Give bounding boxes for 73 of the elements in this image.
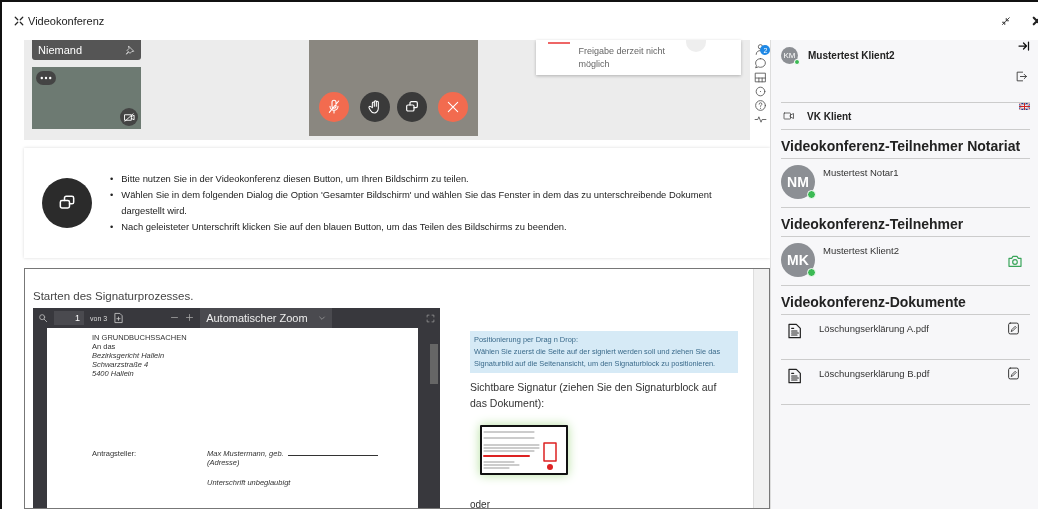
- pin-button[interactable]: [125, 45, 136, 55]
- chevron-down-icon: [317, 314, 326, 322]
- settings-button[interactable]: [753, 85, 767, 98]
- notification-text: Freigabe derzeit nicht möglich: [578, 44, 666, 71]
- section-heading: Starten des Signaturprozesses.: [33, 290, 195, 302]
- fullscreen-button[interactable]: [426, 313, 435, 323]
- expand-icon: [14, 16, 24, 26]
- participant-name: Mustertest Notar1: [823, 167, 900, 180]
- scrollbar[interactable]: [753, 269, 769, 508]
- document-name[interactable]: Löschungserklärung A.pdf: [819, 323, 991, 359]
- leave-button[interactable]: [438, 92, 469, 122]
- raise-hand-button[interactable]: [360, 92, 391, 122]
- document-icon: [787, 321, 803, 341]
- language-button[interactable]: [1019, 103, 1030, 110]
- pin-icon: [125, 45, 136, 55]
- avatar: MK: [781, 243, 815, 277]
- circle-icon: [753, 85, 767, 98]
- page-number-field[interactable]: 1: [54, 311, 84, 325]
- camera-off-icon: [123, 111, 135, 123]
- or-label: oder: [470, 499, 491, 508]
- speech-bubble-icon: [753, 57, 767, 70]
- chat-button[interactable]: [753, 57, 767, 70]
- mute-button[interactable]: [319, 92, 350, 122]
- collapse-icon: [1001, 16, 1010, 26]
- share-screen-button[interactable]: [397, 92, 428, 122]
- logout-button[interactable]: [1015, 70, 1028, 83]
- section-label: Sichtbare Signatur (ziehen Sie den Signaturblock auf das Dokument):: [470, 380, 718, 411]
- pulse-icon: [753, 113, 767, 126]
- help-icon: [753, 99, 767, 112]
- section-heading: Videokonferenz-Teilnehmer: [781, 216, 1030, 237]
- open-file-button[interactable]: [113, 312, 125, 324]
- document-name[interactable]: Löschungserklärung B.pdf: [819, 368, 991, 404]
- edit-button[interactable]: [1007, 321, 1020, 336]
- arrow-to-bar-icon: [1018, 40, 1030, 52]
- document-icon: [787, 366, 803, 386]
- file-plus-icon: [113, 312, 125, 324]
- bullet-marker: •: [110, 188, 114, 202]
- plus-icon: [185, 313, 195, 322]
- more-button[interactable]: [36, 71, 56, 85]
- help-button[interactable]: [753, 99, 767, 112]
- user-name: Mustertest Klient2: [808, 49, 896, 61]
- search-icon: [38, 313, 48, 323]
- video-camera-icon: [781, 110, 797, 122]
- window-title: Videokonferenz: [28, 15, 106, 27]
- collapse-sidebar-button[interactable]: [1018, 40, 1030, 52]
- bullet-marker: •: [110, 220, 114, 234]
- instruction-item: Bitte nutzen Sie in der Videokonferenz diesen Button, um Ihren Bildschirm zu teilen.: [121, 172, 469, 186]
- room-name: VK Klient: [807, 110, 853, 122]
- instruction-item: Wählen Sie in dem folgenden Dialog die Option 'Gesamter Bildschirm' und wählen Sie das Fenster in dem das zu unterschreibende Dokument dargestellt wird.: [121, 188, 713, 218]
- collapse-button[interactable]: [1001, 16, 1010, 26]
- instruction-item: Nach geleisteter Unterschrift klicken Sie auf den blauen Button, um das Teilen des Bildschirms zu beenden.: [121, 220, 567, 234]
- bullet-marker: •: [110, 172, 114, 186]
- layout-icon: [753, 71, 767, 84]
- pencil-document-icon: [1007, 366, 1020, 381]
- layout-button[interactable]: [753, 71, 767, 84]
- section-heading: Videokonferenz-Dokumente: [781, 294, 1030, 315]
- fullscreen-icon: [426, 313, 435, 323]
- dots-icon: [40, 76, 52, 80]
- avatar: NM: [781, 165, 815, 199]
- user-avatar: KM: [781, 46, 798, 64]
- exit-icon: [1015, 70, 1028, 83]
- flag-icon: [1019, 103, 1030, 110]
- search-button[interactable]: [38, 313, 48, 323]
- participant-name: Mustertest Klient2: [823, 245, 901, 258]
- section-heading: Videokonferenz-Teilnehmer Notariat: [781, 138, 1030, 159]
- pencil-document-icon: [1007, 321, 1020, 336]
- statistics-button[interactable]: [753, 113, 767, 126]
- camera-off-button[interactable]: [120, 108, 139, 126]
- speaker-name: Niemand: [38, 44, 83, 56]
- close-icon: [1032, 16, 1038, 26]
- share-screen-icon: [404, 99, 421, 115]
- close-button[interactable]: [1032, 16, 1038, 26]
- edit-button[interactable]: [1007, 366, 1020, 381]
